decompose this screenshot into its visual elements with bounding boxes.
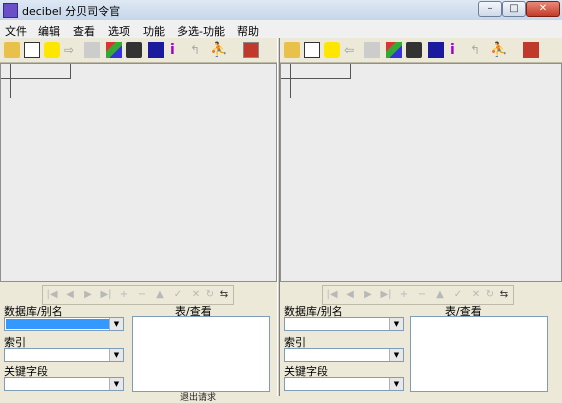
tool-icon[interactable]: ↰	[470, 42, 486, 58]
menu-help[interactable]: 帮助	[237, 23, 259, 39]
menu-functions[interactable]: 功能	[143, 23, 165, 39]
left-pane: ⇨ i ↰ ⛹	[0, 38, 277, 282]
delete-record-icon[interactable]: −	[135, 288, 149, 302]
data-icon[interactable]	[148, 42, 164, 58]
toggle-icon[interactable]: ⇆	[497, 288, 511, 302]
key-field-select[interactable]: ▼	[284, 377, 404, 391]
edit-icon[interactable]: ▲	[433, 288, 447, 302]
menu-bar: 文件 编辑 查看 选项 功能 多选-功能 帮助	[0, 20, 562, 39]
right-bottom-panel: |◀ ◀ ▶ ▶| + − ▲ ✓ ✕ ↻ ⇆ 数据库/别名 ▼ 索引 ▼ 关键…	[280, 283, 562, 401]
data-icon[interactable]	[428, 42, 444, 58]
refresh-icon[interactable]: ↻	[203, 288, 217, 302]
chevron-down-icon[interactable]: ▼	[389, 349, 403, 361]
grid-line	[70, 64, 71, 79]
left-toolbar: ⇨ i ↰ ⛹	[0, 38, 277, 63]
open-folder-icon[interactable]	[4, 42, 20, 58]
grid-line	[281, 78, 351, 79]
table-view-list[interactable]	[410, 316, 548, 392]
delete-icon[interactable]	[126, 42, 142, 58]
grid-line	[290, 64, 291, 98]
delete-record-icon[interactable]: −	[415, 288, 429, 302]
last-record-icon[interactable]: ▶|	[99, 288, 113, 302]
index-field	[6, 350, 109, 360]
prev-record-icon[interactable]: ◀	[343, 288, 357, 302]
last-record-icon[interactable]: ▶|	[379, 288, 393, 302]
right-data-grid[interactable]	[280, 63, 562, 282]
sql-icon[interactable]	[44, 42, 60, 58]
menu-view[interactable]: 查看	[73, 23, 95, 39]
table-icon[interactable]	[24, 42, 40, 58]
grid-line	[10, 64, 11, 98]
exit-icon[interactable]	[523, 42, 539, 58]
refresh-icon[interactable]: ↻	[483, 288, 497, 302]
left-nav-toolbar: |◀ ◀ ▶ ▶| + − ▲ ✓ ✕ ↻ ⇆	[42, 285, 234, 305]
grid-line	[1, 78, 71, 79]
filter-icon[interactable]	[106, 42, 122, 58]
first-record-icon[interactable]: |◀	[325, 288, 339, 302]
close-button[interactable]: ✕	[526, 1, 560, 17]
insert-icon[interactable]: +	[397, 288, 411, 302]
index-select[interactable]: ▼	[284, 348, 404, 362]
chevron-down-icon[interactable]: ▼	[109, 378, 123, 390]
key-field	[6, 379, 109, 389]
index-field	[286, 350, 389, 360]
right-pane: ⇦ i ↰ ⛹	[280, 38, 562, 282]
chevron-down-icon[interactable]: ▼	[109, 349, 123, 361]
db-alias-field	[6, 319, 109, 329]
run-icon[interactable]: ⛹	[490, 42, 507, 58]
maximize-button[interactable]: □	[502, 1, 526, 17]
insert-icon[interactable]: +	[117, 288, 131, 302]
exit-icon[interactable]	[243, 42, 259, 58]
db-alias-field	[286, 319, 389, 329]
arrow-left-icon[interactable]: ⇦	[344, 42, 360, 58]
db-alias-select[interactable]: ▼	[4, 317, 124, 331]
info-icon[interactable]: i	[170, 42, 186, 58]
sql-icon[interactable]	[324, 42, 340, 58]
next-record-icon[interactable]: ▶	[81, 288, 95, 302]
edit-icon[interactable]: ▲	[153, 288, 167, 302]
chevron-down-icon[interactable]: ▼	[389, 318, 403, 330]
status-bar: 退出请求	[0, 393, 562, 403]
prev-record-icon[interactable]: ◀	[63, 288, 77, 302]
table-view-list[interactable]	[132, 316, 270, 392]
first-record-icon[interactable]: |◀	[45, 288, 59, 302]
menu-edit[interactable]: 编辑	[38, 23, 60, 39]
run-icon[interactable]: ⛹	[210, 42, 227, 58]
right-toolbar: ⇦ i ↰ ⛹	[280, 38, 562, 63]
post-icon[interactable]: ✓	[451, 288, 465, 302]
cancel-icon[interactable]: ✕	[469, 288, 483, 302]
minimize-button[interactable]: –	[478, 1, 502, 17]
title-bar: decibel 分贝司令官 – □ ✕	[0, 0, 562, 21]
app-icon	[3, 3, 18, 18]
menu-options[interactable]: 选项	[108, 23, 130, 39]
cancel-icon[interactable]: ✕	[189, 288, 203, 302]
index-select[interactable]: ▼	[4, 348, 124, 362]
tool-icon[interactable]: ↰	[190, 42, 206, 58]
chevron-down-icon[interactable]: ▼	[389, 378, 403, 390]
menu-file[interactable]: 文件	[5, 23, 27, 39]
export-icon[interactable]	[84, 42, 100, 58]
grid-line	[350, 64, 351, 79]
toggle-icon[interactable]: ⇆	[217, 288, 231, 302]
post-icon[interactable]: ✓	[171, 288, 185, 302]
info-icon[interactable]: i	[450, 42, 466, 58]
import-icon[interactable]	[364, 42, 380, 58]
open-folder-icon[interactable]	[284, 42, 300, 58]
left-data-grid[interactable]	[0, 63, 277, 282]
chevron-down-icon[interactable]: ▼	[109, 318, 123, 330]
status-text: 退出请求	[180, 393, 217, 403]
filter-icon[interactable]	[386, 42, 402, 58]
key-field	[286, 379, 389, 389]
left-bottom-panel: |◀ ◀ ▶ ▶| + − ▲ ✓ ✕ ↻ ⇆ 数据库/别名 ▼ 索引 ▼ 关键…	[0, 283, 277, 401]
next-record-icon[interactable]: ▶	[361, 288, 375, 302]
key-field-select[interactable]: ▼	[4, 377, 124, 391]
menu-multi-functions[interactable]: 多选-功能	[177, 23, 225, 39]
arrow-right-icon[interactable]: ⇨	[64, 42, 80, 58]
delete-icon[interactable]	[406, 42, 422, 58]
db-alias-select[interactable]: ▼	[284, 317, 404, 331]
window-title: decibel 分贝司令官	[22, 5, 121, 18]
right-nav-toolbar: |◀ ◀ ▶ ▶| + − ▲ ✓ ✕ ↻ ⇆	[322, 285, 514, 305]
table-icon[interactable]	[304, 42, 320, 58]
